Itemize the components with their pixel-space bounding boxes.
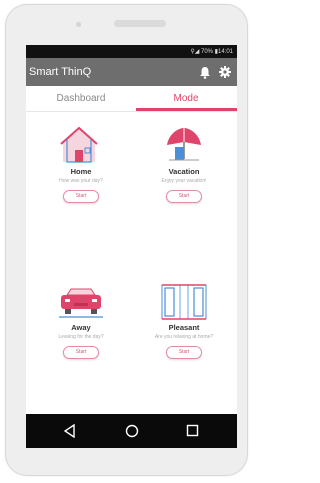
earpiece-speaker — [114, 20, 166, 27]
active-tab-indicator — [136, 108, 237, 111]
mode-subtitle: Are you relaxing at home? — [154, 334, 214, 340]
recents-icon[interactable] — [186, 424, 199, 437]
start-button-home[interactable]: Start — [63, 190, 99, 203]
start-button-away[interactable]: Start — [63, 346, 99, 359]
phone-frame: ⚲◢ 70% ▮14:01 Smart ThinQ Dashboard Mode — [5, 4, 248, 476]
front-camera — [76, 22, 81, 27]
tab-bar: Dashboard Mode — [26, 86, 237, 112]
mode-title: Home — [70, 167, 92, 176]
mode-card-away: Away Leaving for the day? Start — [31, 287, 131, 359]
house-icon — [60, 126, 98, 163]
mode-title: Pleasant — [168, 323, 200, 332]
tab-mode[interactable]: Mode — [136, 93, 236, 104]
car-icon — [59, 288, 103, 318]
start-button-vacation[interactable]: Start — [166, 190, 202, 203]
app-title: Smart ThinQ — [29, 66, 92, 78]
mode-subtitle: How was your day? — [59, 178, 103, 184]
mode-title: Vacation — [168, 167, 200, 176]
mode-card-vacation: Vacation Enjoy your vacation! Start — [134, 125, 234, 203]
status-text: ⚲◢ 70% ▮14:01 — [190, 49, 233, 55]
back-icon[interactable] — [64, 424, 76, 438]
android-nav-bar — [26, 414, 237, 448]
app-bar: Smart ThinQ — [26, 58, 237, 86]
mode-card-pleasant: Pleasant Are you relaxing at home? Start — [134, 283, 234, 359]
mode-title: Away — [71, 323, 91, 332]
start-button-pleasant[interactable]: Start — [166, 346, 202, 359]
umbrella-icon — [167, 128, 201, 161]
tab-dashboard[interactable]: Dashboard — [31, 93, 131, 104]
home-icon[interactable] — [125, 424, 139, 438]
mode-card-home: Home How was your day? Start — [31, 125, 131, 203]
status-bar: ⚲◢ 70% ▮14:01 — [26, 45, 237, 58]
gear-icon[interactable] — [219, 66, 231, 78]
mode-subtitle: Enjoy your vacation! — [161, 178, 207, 184]
window-icon — [161, 284, 207, 320]
bell-icon[interactable] — [199, 66, 211, 79]
app-screen: ⚲◢ 70% ▮14:01 Smart ThinQ Dashboard Mode — [26, 45, 237, 448]
mode-subtitle: Leaving for the day? — [58, 334, 104, 340]
